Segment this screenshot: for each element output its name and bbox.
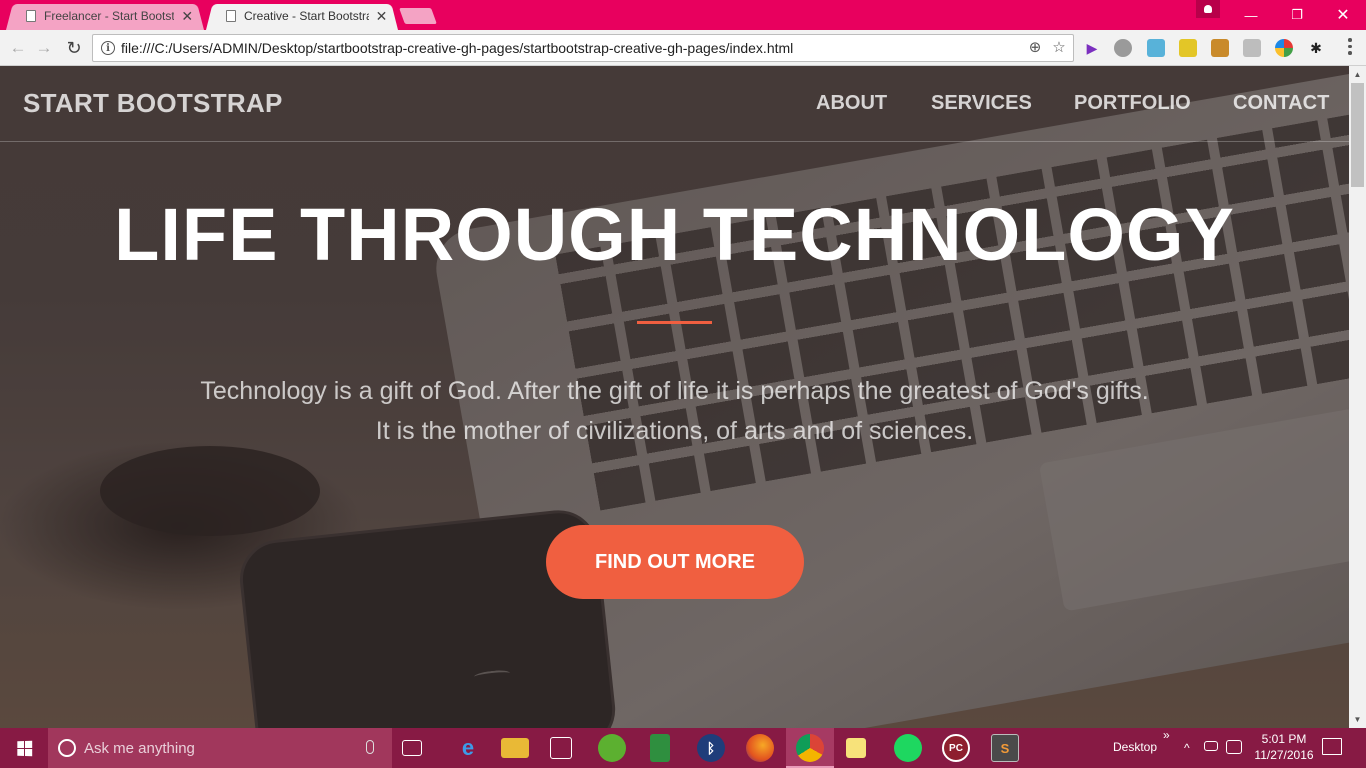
task-view-icon[interactable] <box>402 740 422 756</box>
zoom-icon[interactable]: ⊕ <box>1027 38 1043 56</box>
nav-contact[interactable]: CONTACT <box>1233 92 1329 115</box>
maximize-button[interactable]: ❐ <box>1274 0 1320 30</box>
minimize-button[interactable]: — <box>1228 0 1274 30</box>
system-clock[interactable]: 5:01 PM 11/27/2016 <box>1248 731 1320 763</box>
info-icon[interactable]: i <box>101 41 115 55</box>
spotify-icon[interactable] <box>894 734 922 762</box>
clip-extension-icon[interactable] <box>1147 39 1165 57</box>
figure-extension-icon[interactable]: ✱ <box>1307 39 1325 57</box>
notes-app-icon[interactable] <box>650 734 670 762</box>
tab-freelancer[interactable]: Freelancer - Start Bootstr ✕ <box>6 2 204 30</box>
nav-about[interactable]: ABOUT <box>816 92 887 115</box>
globe-extension-icon[interactable] <box>1114 39 1132 57</box>
browser-toolbar: ← → ↻ i file:///C:/Users/ADMIN/Desktop/s… <box>0 30 1366 66</box>
search-placeholder: Ask me anything <box>84 739 195 757</box>
clock-date: 11/27/2016 <box>1254 748 1314 762</box>
site-navbar: START BOOTSTRAP ABOUT SERVICES PORTFOLIO… <box>0 66 1349 142</box>
start-button[interactable] <box>0 728 48 768</box>
page-viewport: START BOOTSTRAP ABOUT SERVICES PORTFOLIO… <box>0 66 1349 728</box>
hero-tagline: Technology is a gift of God. After the g… <box>200 377 1149 445</box>
microphone-icon[interactable] <box>366 740 374 754</box>
tab-title: Freelancer - Start Bootstr <box>44 9 175 23</box>
page-icon <box>226 10 236 22</box>
back-button[interactable]: ← <box>6 36 30 60</box>
network-icon[interactable] <box>1226 740 1242 754</box>
edge-icon[interactable]: e <box>454 734 482 762</box>
scroll-thumb[interactable] <box>1351 83 1364 187</box>
toolbar-chevron-icon[interactable]: » <box>1163 728 1170 742</box>
windows-taskbar: Ask me anything e ᛒ PC S Desktop » ^ 5:0… <box>0 728 1366 768</box>
color-extension-icon[interactable] <box>1275 39 1293 57</box>
bluetooth-icon[interactable]: ᛒ <box>697 734 725 762</box>
hero-headline: LIFE THROUGH TECHNOLOGY <box>114 193 1235 276</box>
page-scrollbar[interactable]: ▲ ▼ <box>1349 66 1366 728</box>
clock-time: 5:01 PM <box>1261 732 1307 746</box>
tab-title: Creative - Start Bootstrap <box>244 9 369 23</box>
note-extension-icon[interactable] <box>1179 39 1197 57</box>
tray-overflow-icon[interactable]: ^ <box>1184 741 1190 755</box>
store-icon[interactable] <box>550 737 572 759</box>
tool-extension-icon[interactable] <box>1211 39 1229 57</box>
sublime-text-icon[interactable]: S <box>991 734 1019 762</box>
pc-app-icon[interactable]: PC <box>942 734 970 762</box>
nav-services[interactable]: SERVICES <box>931 92 1032 115</box>
new-tab-button[interactable] <box>399 8 437 24</box>
tab-creative[interactable]: Creative - Start Bootstrap ✕ <box>206 2 398 30</box>
url-text[interactable]: file:///C:/Users/ADMIN/Desktop/startboot… <box>121 40 793 56</box>
scroll-down-icon[interactable]: ▼ <box>1349 711 1366 728</box>
close-tab-icon[interactable]: ✕ <box>375 8 388 25</box>
firefox-icon[interactable] <box>746 734 774 762</box>
cloud-app-icon[interactable] <box>598 734 626 762</box>
brand-link[interactable]: START BOOTSTRAP <box>23 88 283 119</box>
close-tab-icon[interactable]: ✕ <box>180 8 194 25</box>
play-extension-icon[interactable]: ▶ <box>1083 39 1101 57</box>
hero-divider <box>637 321 712 324</box>
puzzle-extension-icon[interactable] <box>1243 39 1261 57</box>
sticky-notes-icon[interactable] <box>846 738 866 758</box>
battery-icon[interactable] <box>1204 741 1218 751</box>
action-center-icon[interactable] <box>1322 738 1342 755</box>
page-icon <box>26 10 36 22</box>
file-explorer-icon[interactable] <box>501 738 529 758</box>
nav-portfolio[interactable]: PORTFOLIO <box>1074 92 1191 115</box>
close-window-button[interactable]: ✕ <box>1320 0 1366 30</box>
browser-titlebar: Freelancer - Start Bootstr ✕ Creative - … <box>0 0 1366 30</box>
chrome-icon[interactable] <box>796 734 824 762</box>
scroll-up-icon[interactable]: ▲ <box>1349 66 1366 83</box>
cortana-icon <box>58 739 76 757</box>
desktop-toolbar-label[interactable]: Desktop <box>1113 740 1157 754</box>
address-bar[interactable]: i file:///C:/Users/ADMIN/Desktop/startbo… <box>92 34 1074 62</box>
forward-button[interactable]: → <box>32 36 56 60</box>
user-profile-icon[interactable] <box>1196 0 1220 18</box>
find-out-more-button[interactable]: FIND OUT MORE <box>546 525 804 599</box>
cortana-search[interactable]: Ask me anything <box>48 728 392 768</box>
reload-button[interactable]: ↻ <box>62 36 86 60</box>
chrome-menu-icon[interactable] <box>1344 38 1356 55</box>
bookmark-star-icon[interactable]: ☆ <box>1051 38 1067 56</box>
windows-logo-icon <box>16 740 32 756</box>
